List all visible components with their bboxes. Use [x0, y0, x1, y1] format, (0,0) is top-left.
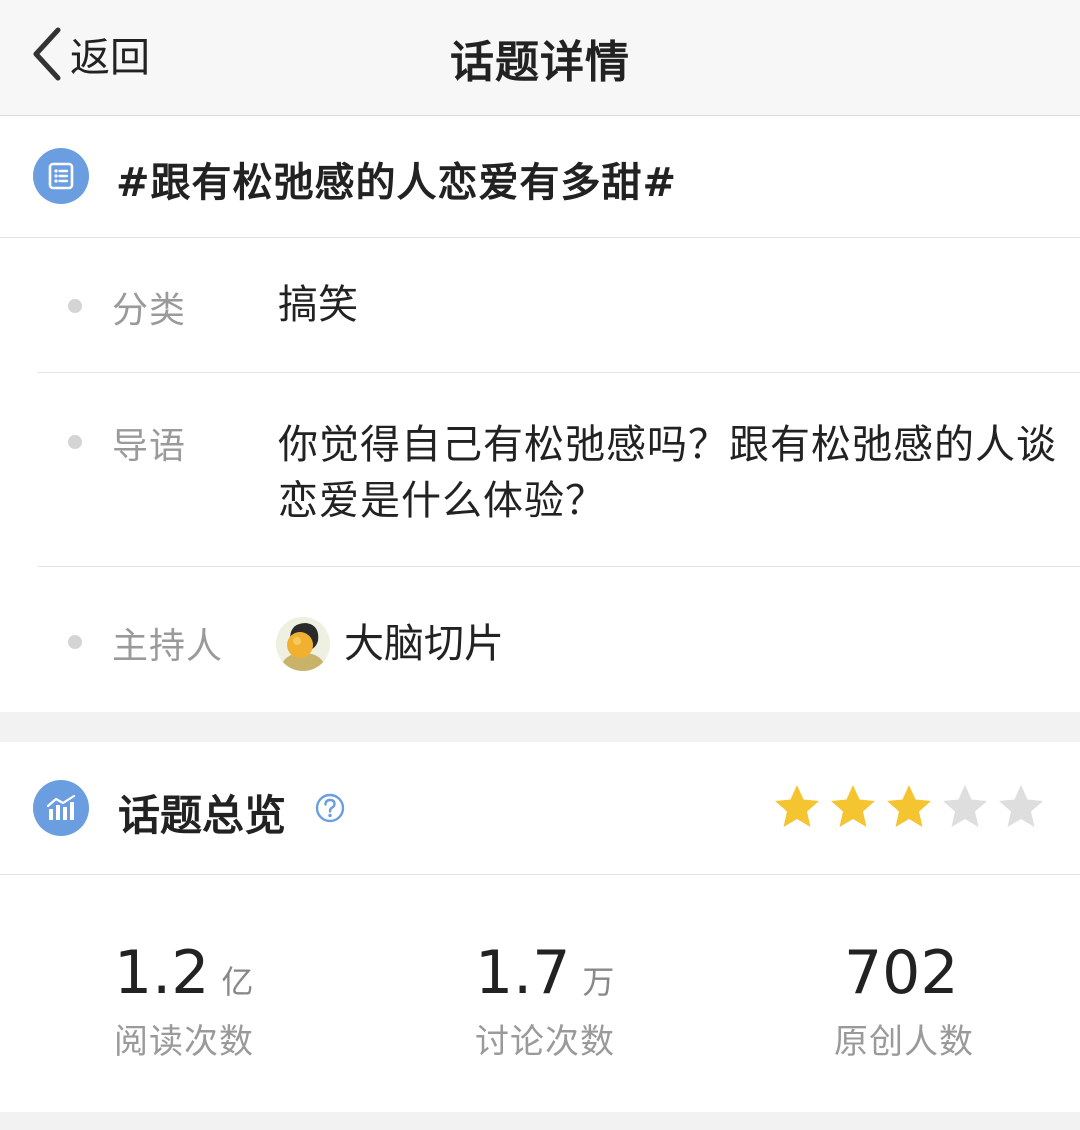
category-label: 分类 — [112, 290, 187, 331]
stat-value: 702 — [844, 938, 959, 1008]
stat-unit: 亿 — [221, 963, 254, 1001]
avatar[interactable] — [276, 617, 330, 671]
navigation-bar: 返回 话题详情 — [0, 0, 1080, 116]
bullet-dot — [68, 299, 82, 313]
bar-chart-icon — [33, 780, 89, 836]
category-value[interactable]: 搞笑 — [278, 277, 358, 333]
host-row: 主持人 大脑切片 — [38, 567, 1080, 712]
page-title: 话题详情 — [450, 37, 630, 88]
star-filled-icon — [831, 785, 875, 827]
star-filled-icon — [775, 785, 819, 827]
stat-label: 讨论次数 — [475, 1022, 615, 1062]
star-filled-icon — [887, 785, 931, 827]
star-empty-icon — [999, 785, 1043, 827]
stat-originals: 702 原创人数 — [834, 938, 973, 1062]
star-empty-icon — [943, 785, 987, 827]
intro-text: 你觉得自己有松弛感吗？跟有松弛感的人谈恋爱是什么体验？ — [278, 422, 1057, 524]
question-circle-icon[interactable] — [314, 792, 346, 824]
stat-label: 原创人数 — [834, 1022, 974, 1062]
stat-value: 1.2 — [114, 938, 210, 1008]
overview-title: 话题总览 — [118, 791, 287, 840]
stat-label: 阅读次数 — [114, 1022, 254, 1062]
bullet-dot — [68, 635, 82, 649]
list-icon — [33, 148, 89, 204]
bullet-dot — [68, 435, 82, 449]
category-row: 分类 搞笑 — [38, 237, 1080, 373]
overview-card: 话题总览 1.2 亿 阅读次数 1.7 万 讨论次数 702 原创人数 — [0, 742, 1080, 1112]
topic-title: #跟有松弛感的人恋爱有多甜# — [116, 160, 678, 206]
intro-label: 导语 — [112, 426, 187, 467]
overview-header: 话题总览 — [0, 742, 1080, 875]
stat-discussions: 1.7 万 讨论次数 — [475, 938, 615, 1062]
topic-card: #跟有松弛感的人恋爱有多甜# 分类 搞笑 导语 你觉得自己有松弛感吗？跟有松弛感… — [0, 116, 1080, 712]
stat-value: 1.7 — [475, 938, 571, 1008]
host-label: 主持人 — [112, 626, 224, 667]
intro-row: 导语 你觉得自己有松弛感吗？跟有松弛感的人谈恋爱是什么体验？ — [38, 373, 1080, 567]
stat-reads: 1.2 亿 阅读次数 — [114, 938, 254, 1062]
stat-unit: 万 — [582, 963, 615, 1001]
host-name[interactable]: 大脑切片 — [344, 611, 504, 669]
topic-header: #跟有松弛感的人恋爱有多甜# — [0, 116, 1080, 238]
rating-stars — [772, 782, 1046, 832]
